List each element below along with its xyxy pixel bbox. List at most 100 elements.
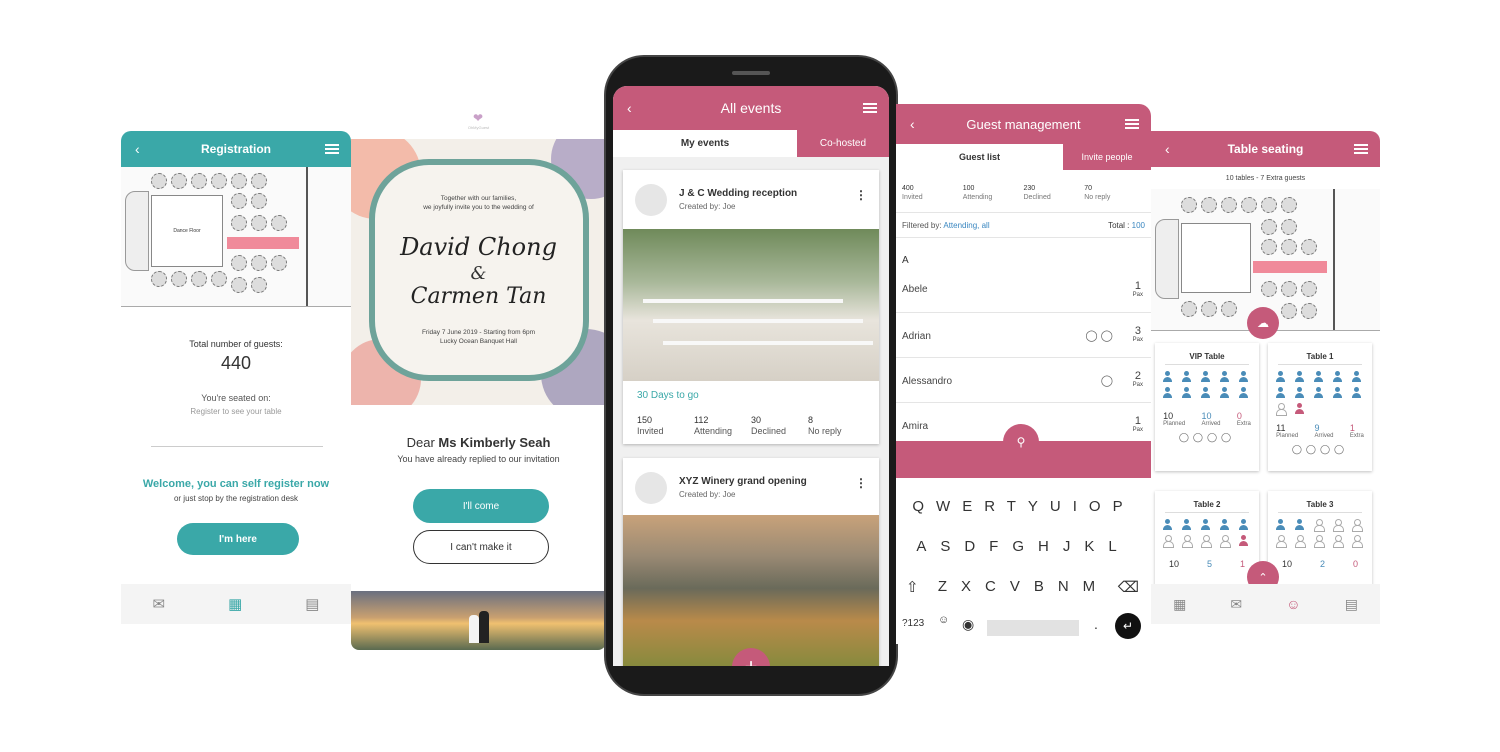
couple-photo: [351, 591, 606, 650]
tab-guest-list[interactable]: Guest list: [896, 144, 1063, 170]
event-date: Friday 7 June 2019 - Starting from 6pm: [421, 329, 536, 336]
cant-make-it-button[interactable]: I can't make it: [413, 530, 549, 564]
im-here-button[interactable]: I'm here: [177, 523, 299, 555]
dear-label: Dear: [406, 435, 435, 450]
seating-summary: 10 tables - 7 Extra guests: [1225, 175, 1306, 182]
upload-button[interactable]: ☁: [1247, 307, 1279, 339]
divider: [151, 446, 323, 447]
more-icon[interactable]: ⋮: [855, 476, 867, 490]
guest-row[interactable]: Alessandro ◯ 2 Pax: [896, 358, 1151, 403]
planned-label: Planned: [1276, 433, 1299, 439]
pax-count: 1: [1134, 415, 1141, 427]
no-reply-count: 70: [1084, 185, 1093, 192]
back-icon[interactable]: ‹: [1165, 141, 1170, 157]
shift-key[interactable]: ⇧: [906, 578, 919, 596]
pax-label: Pax: [1132, 292, 1143, 298]
bottom-nav: ✉ ▦ ▤: [121, 584, 351, 624]
scan-icon[interactable]: ▦: [1173, 596, 1186, 613]
emoji-key[interactable]: ☺: [938, 614, 949, 626]
event-creator: Created by: Joe: [679, 490, 736, 499]
table-list-icon[interactable]: ▤: [1345, 596, 1358, 613]
planned-count: 11: [1276, 423, 1286, 433]
seat-icons: [1268, 371, 1372, 416]
table-counts: 10 Planned 10 Arrived 0 Extra: [1155, 411, 1259, 427]
days-to-go: 30 Days to go: [637, 390, 699, 401]
event-card[interactable]: J & C Wedding reception Created by: Joe …: [623, 170, 879, 444]
back-icon[interactable]: ‹: [627, 100, 632, 116]
pax-label: Pax: [1132, 337, 1143, 343]
greeting: Dear Ms Kimberly Seah: [351, 435, 606, 450]
highlighted-table-row: [227, 237, 299, 249]
invitation-screen: ❤ OhMyGuest Together with our families, …: [351, 105, 606, 650]
dance-floor: Dance Floor: [151, 195, 223, 267]
table-card[interactable]: VIP Table 10 Planned 10 Arrived 0 Extra ◯◯◯…: [1155, 343, 1259, 471]
invited-count: 150: [637, 415, 653, 425]
invited-label: Invited: [902, 194, 923, 201]
status-icons: ◯◯◯◯: [1291, 444, 1349, 454]
enter-key[interactable]: ↵: [1115, 613, 1141, 639]
event-creator: Created by: Joe: [679, 202, 736, 211]
stage: [125, 191, 149, 271]
arrived-count: 2: [1319, 559, 1325, 569]
invitation-icon[interactable]: ✉: [1230, 596, 1242, 613]
invitation-icon[interactable]: ✉: [153, 595, 166, 613]
invited-label: Invited: [637, 426, 664, 436]
extra-label: Extra: [1349, 433, 1364, 439]
keyboard[interactable]: QWERTYUIOP ASDFGHJKL ZXCVBNM ⇧ ⌫ ?123 ☺ …: [896, 478, 1151, 644]
guests-icon[interactable]: ☺: [1286, 596, 1300, 612]
arrived-count: 9: [1314, 423, 1320, 433]
backspace-key[interactable]: ⌫: [1118, 578, 1139, 596]
menu-icon[interactable]: [1354, 142, 1368, 156]
guest-name: Ms Kimberly Seah: [438, 435, 551, 450]
numbers-key[interactable]: ?123: [902, 618, 924, 629]
total-value: 100: [1131, 221, 1145, 230]
menu-icon[interactable]: [325, 142, 339, 156]
arrived-count: 10: [1201, 411, 1212, 421]
invite-line1: Together with our families,: [440, 195, 517, 202]
globe-icon[interactable]: ◉: [962, 616, 974, 633]
extra-count: 1: [1349, 423, 1355, 433]
seat-icons: [1268, 519, 1372, 548]
period-key[interactable]: .: [1094, 616, 1098, 632]
menu-icon[interactable]: [1125, 117, 1139, 131]
extra-count: 0: [1236, 411, 1242, 421]
search-button[interactable]: ⚲: [1003, 424, 1039, 460]
floor-plan[interactable]: Dance Floor: [121, 167, 351, 307]
table-card[interactable]: Table 1 11 Planned 9 Arrived 1 Extra ◯◯◯◯: [1268, 343, 1372, 471]
status-icon: ◯: [1100, 375, 1113, 387]
extra-label: Extra: [1236, 421, 1251, 427]
floor-plan-icon[interactable]: ▦: [228, 595, 242, 613]
cloud-upload-icon: ☁: [1257, 316, 1269, 330]
filter-bar[interactable]: Filtered by: Attending, all Total : 100: [896, 212, 1151, 238]
arrived-label: Arrived: [1314, 433, 1334, 439]
highlighted-table-row: [1253, 261, 1327, 273]
more-icon[interactable]: ⋮: [855, 188, 867, 202]
guest-row[interactable]: Abele 1 Pax: [896, 268, 1151, 313]
attending-count: 100: [962, 185, 975, 192]
tab-my-events[interactable]: My events: [613, 130, 797, 157]
event-card[interactable]: XYZ Winery grand opening Created by: Joe…: [623, 458, 879, 666]
keyboard-row-1[interactable]: QWERTYUIOP: [896, 498, 1151, 515]
page-title: Guest management: [966, 116, 1081, 132]
tab-invite-people[interactable]: Invite people: [1063, 144, 1151, 170]
table-list-icon[interactable]: ▤: [305, 595, 319, 613]
pax-count: 2: [1134, 370, 1141, 382]
guest-name: Adrian: [902, 331, 931, 342]
keyboard-row-3[interactable]: ZXCVBNM: [896, 578, 1151, 595]
back-icon[interactable]: ‹: [910, 116, 915, 132]
ill-come-button[interactable]: I'll come: [413, 489, 549, 523]
seat-icons: [1155, 371, 1259, 399]
declined-label: Declined: [751, 426, 787, 436]
registration-header: ‹ Registration: [121, 131, 351, 167]
menu-icon[interactable]: [863, 101, 877, 115]
no-reply-label: No reply: [1084, 194, 1111, 201]
keyboard-row-2[interactable]: ASDFGHJKL: [896, 538, 1151, 555]
table-name: Table 1: [1278, 352, 1362, 365]
attending-label: Attending: [694, 426, 733, 436]
space-key[interactable]: [987, 620, 1079, 636]
tab-co-hosted[interactable]: Co-hosted: [797, 130, 889, 157]
welcome-subtext: or just stop by the registration desk: [173, 494, 299, 503]
guest-row[interactable]: Adrian ◯ ◯ 3 Pax: [896, 313, 1151, 358]
event-venue: Lucky Ocean Banquet Hall: [440, 338, 517, 345]
back-icon[interactable]: ‹: [135, 141, 140, 157]
